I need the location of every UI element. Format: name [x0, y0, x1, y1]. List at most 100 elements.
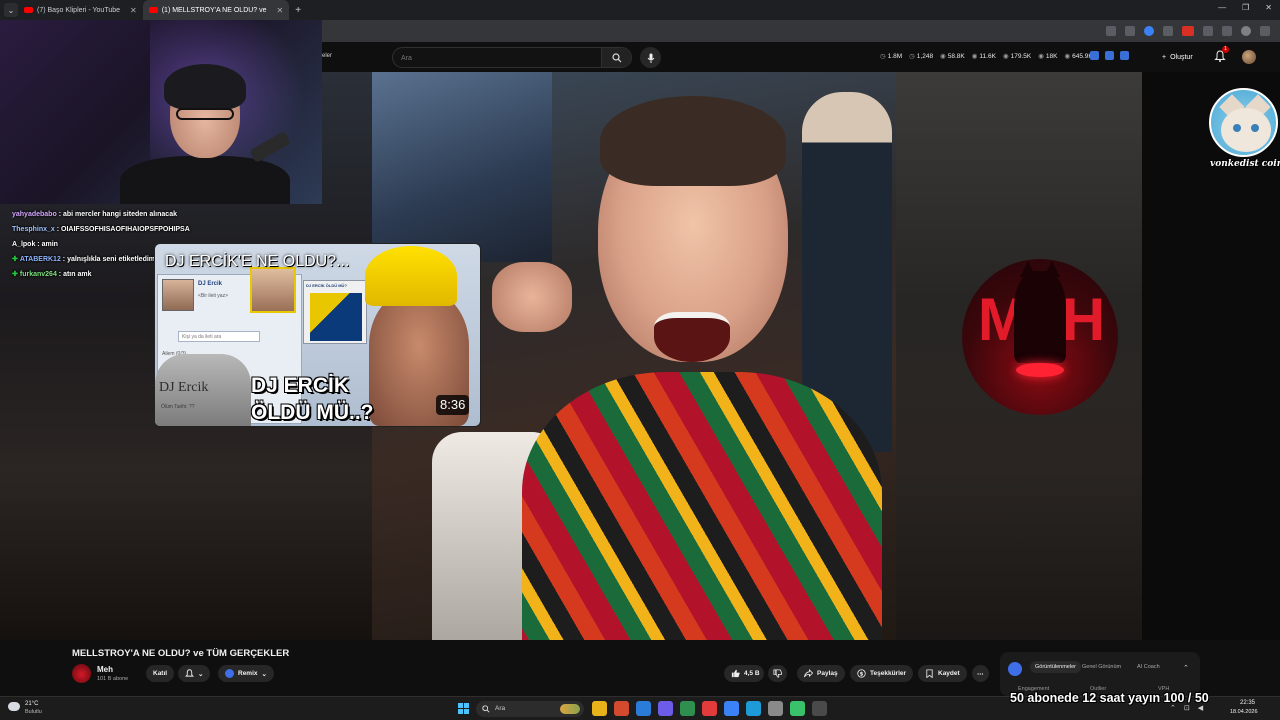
- extension-icon[interactable]: [1105, 51, 1114, 60]
- taskbar-app-icon[interactable]: [614, 701, 629, 716]
- extension-icon[interactable]: [1144, 26, 1154, 36]
- browser-tab-active[interactable]: (1) MELLSTROY'A NE OLDU? ve ✕: [142, 0, 290, 20]
- taskbar-app-icon[interactable]: [680, 701, 695, 716]
- taskbar-app-icon[interactable]: [768, 701, 783, 716]
- notification-bell-button[interactable]: ⌄: [178, 665, 211, 682]
- minimize-button[interactable]: —: [1218, 3, 1226, 12]
- taskbar-app-icon[interactable]: [812, 701, 827, 716]
- thumbnail-headline-line1: DJ ERCİK: [251, 374, 350, 397]
- video-scene-hair: [600, 96, 786, 186]
- thanks-label: Teşekkürler: [870, 670, 907, 677]
- search-highlight-art: [560, 704, 580, 714]
- channel-name[interactable]: Meh: [97, 665, 113, 674]
- clock-time[interactable]: 22:35: [1240, 700, 1255, 706]
- search-icon: [611, 52, 621, 62]
- start-button[interactable]: [458, 703, 469, 714]
- notification-count-badge: 1: [1222, 46, 1229, 53]
- taskbar-app-icon[interactable]: [724, 701, 739, 716]
- chevron-down-icon: ⌄: [198, 670, 204, 678]
- video-scene-fist: [492, 262, 572, 332]
- create-button[interactable]: + Oluştur: [1156, 49, 1199, 65]
- close-tab-icon[interactable]: ✕: [277, 6, 284, 15]
- join-button[interactable]: Katıl: [146, 665, 175, 682]
- voice-search-button[interactable]: [640, 47, 661, 68]
- chat-username[interactable]: furkanv264: [20, 271, 57, 278]
- cloud-icon[interactable]: [8, 702, 20, 711]
- taskbar-app-icon[interactable]: [592, 701, 607, 716]
- analytics-tab-overview[interactable]: Genel Görünüm: [1082, 664, 1121, 670]
- browser-tab[interactable]: (7) Başo Klipleri - YouTube ✕: [18, 0, 143, 20]
- tab-search-button[interactable]: ⌄: [4, 3, 18, 17]
- remix-label: Remix: [238, 670, 258, 677]
- more-dots-icon: ⋯: [977, 670, 984, 678]
- video-thumbnail-card[interactable]: DJ Ercik <Bir ileti yaz> Kişi ya da ilet…: [154, 243, 481, 427]
- chat-username[interactable]: yahyadebabo: [12, 211, 57, 218]
- analytics-tab-ai-coach[interactable]: AI Coach: [1137, 664, 1160, 670]
- search-icon: [482, 705, 490, 713]
- video-scene-sweater: [522, 372, 882, 640]
- network-icon[interactable]: ⊡: [1184, 704, 1190, 712]
- stat-value: 18K: [1045, 53, 1058, 60]
- analytics-tab-views[interactable]: Görüntülenmeler: [1030, 661, 1081, 673]
- thumbnail-duration: 8:36: [436, 395, 470, 415]
- taskbar-search[interactable]: Ara: [476, 701, 584, 717]
- cast-icon[interactable]: [1106, 26, 1116, 36]
- search-button[interactable]: [601, 48, 631, 67]
- tray-chevron-icon[interactable]: ⌃: [1170, 704, 1176, 712]
- chat-username[interactable]: Thesphinx_x: [12, 226, 55, 233]
- extension-icon[interactable]: [1120, 51, 1129, 60]
- share-button[interactable]: Paylaş: [797, 665, 845, 682]
- new-badge-icon[interactable]: [1182, 26, 1194, 36]
- search-input[interactable]: [401, 52, 591, 64]
- weather-condition[interactable]: Bulutlu: [25, 709, 42, 715]
- taskbar-app-icon[interactable]: [636, 701, 651, 716]
- extension-icon[interactable]: [1090, 51, 1099, 60]
- collapse-chevron-icon[interactable]: ⌃: [1183, 664, 1189, 672]
- stat-value: 11.6K: [979, 53, 996, 60]
- volume-icon[interactable]: ◀: [1198, 704, 1203, 712]
- clock-icon: ◷: [880, 53, 886, 60]
- taskbar-app-icon[interactable]: [658, 701, 673, 716]
- chat-message: Thesphinx_x : OIAIFSSOFHISAOFIHAIOPSFPOH…: [12, 222, 242, 237]
- more-actions-button[interactable]: ⋯: [972, 665, 989, 682]
- taskbar-app-icon[interactable]: [746, 701, 761, 716]
- weather-temperature[interactable]: 21°C: [25, 701, 38, 707]
- taskbar-app-icon[interactable]: [702, 701, 717, 716]
- windows-logo-icon: [464, 709, 469, 714]
- extension-icon[interactable]: [1203, 26, 1213, 36]
- browser-menu-icon[interactable]: [1260, 26, 1270, 36]
- chat-badge-icon: ✚: [12, 256, 18, 263]
- close-window-button[interactable]: ✕: [1265, 3, 1272, 12]
- channel-avatar[interactable]: [72, 664, 91, 683]
- extensions-puzzle-icon[interactable]: [1222, 26, 1232, 36]
- extension-icon[interactable]: [1163, 26, 1173, 36]
- taskbar-app-icon[interactable]: [790, 701, 805, 716]
- stat-item: ◷ 1,248: [909, 52, 933, 60]
- thumbs-down-icon: [773, 669, 782, 678]
- svg-text:$: $: [860, 671, 864, 677]
- close-tab-icon[interactable]: ✕: [130, 6, 137, 15]
- remix-button[interactable]: Remix ⌄: [218, 665, 274, 682]
- new-tab-button[interactable]: +: [289, 5, 307, 16]
- extension-icons: [1090, 51, 1129, 60]
- chat-username[interactable]: A_lpok: [12, 241, 35, 248]
- microphone-icon: [647, 53, 654, 63]
- bookmark-star-icon[interactable]: [1125, 26, 1135, 36]
- dislike-button[interactable]: [768, 665, 787, 682]
- screen: ⌄ (7) Başo Klipleri - YouTube ✕ (1) MELL…: [0, 0, 1280, 720]
- thumbnail-window-title: DJ ERCİK ÖLDÜ MÜ?: [306, 283, 347, 288]
- clock-date[interactable]: 18.04.2026: [1230, 709, 1258, 715]
- analytics-panel: Görüntülenmeler Genel Görünüm AI Coach ⌃…: [1000, 652, 1200, 696]
- account-avatar[interactable]: [1242, 50, 1256, 64]
- chat-username[interactable]: ATABERK12: [20, 256, 61, 263]
- profile-icon[interactable]: [1241, 26, 1251, 36]
- thumbnail-msn-name: DJ Ercik: [198, 281, 223, 287]
- thanks-button[interactable]: $ Teşekkürler: [850, 665, 914, 682]
- like-button[interactable]: 4,5 B: [724, 665, 764, 682]
- user-icon: ◉: [971, 53, 978, 60]
- save-button[interactable]: Kaydet: [918, 665, 967, 682]
- thumbnail-tombstone: DJ Ercik Ölüm Tarihi: ??: [155, 354, 251, 426]
- cat-coin-logo: [1209, 88, 1278, 157]
- chat-text: yalnışlıkla seni etiketledim: [67, 256, 156, 263]
- maximize-button[interactable]: ❐: [1242, 3, 1249, 12]
